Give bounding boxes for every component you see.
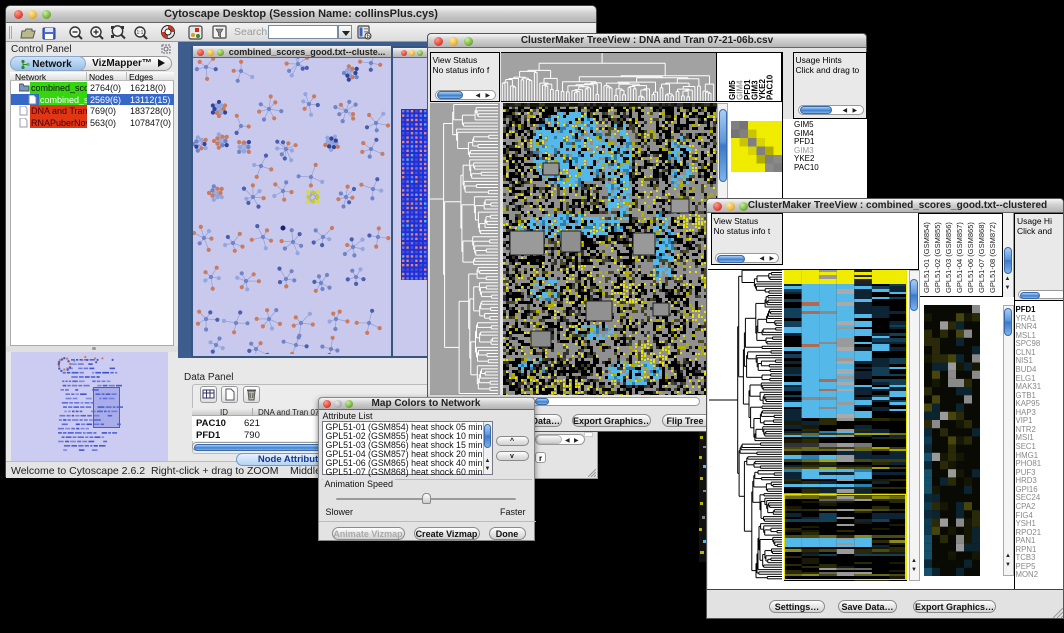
svg-text:b: b bbox=[367, 34, 370, 40]
svg-text:PAC10: PAC10 bbox=[765, 74, 774, 100]
svg-text:1:1: 1:1 bbox=[137, 30, 144, 36]
